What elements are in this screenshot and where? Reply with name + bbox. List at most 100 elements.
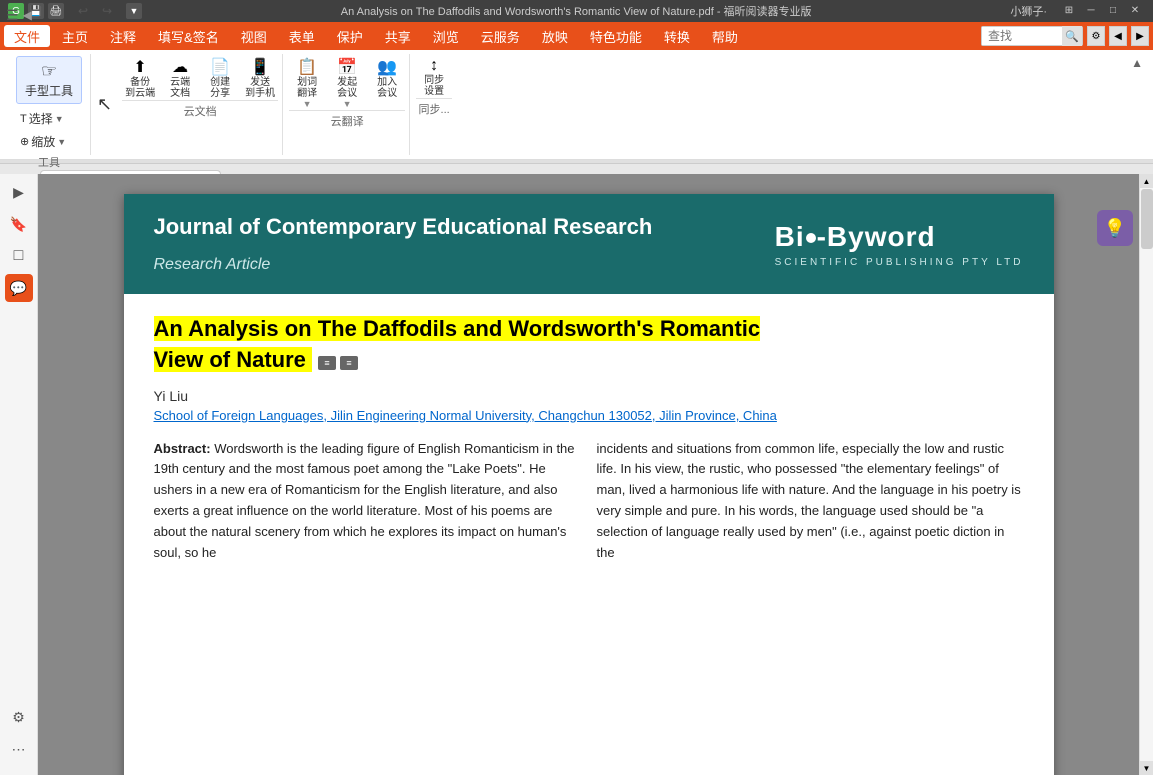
collapse-icon: ▲	[1131, 56, 1143, 70]
window-title: An Analysis on The Daffodils and Wordswo…	[142, 3, 1010, 19]
ribbon-sync-group: ↕ 同步 设置 同步...	[412, 54, 456, 155]
sync-settings-button[interactable]: ↕ 同步 设置	[416, 56, 452, 98]
quick-access[interactable]: ▼	[126, 3, 142, 19]
article-title-container: An Analysis on The Daffodils and Wordswo…	[154, 314, 1024, 376]
scroll-up-button[interactable]: ▲	[1140, 174, 1153, 188]
select-button[interactable]: T 选择 ▼	[16, 108, 82, 129]
scrollbar-track[interactable]	[1140, 188, 1153, 761]
abstract-right: incidents and situations from common lif…	[597, 439, 1024, 564]
back-arrow-icon[interactable]: ◀	[23, 8, 32, 22]
window-controls: 小狮子· ⊞ ─ □ ✕	[1010, 3, 1145, 19]
search-icon[interactable]: 🔍	[1062, 26, 1082, 46]
title-icon-1[interactable]: ≡	[318, 356, 336, 370]
ribbon: ☞ 手型工具 T 选择 ▼ ⊕ 缩放 ▼ 工具 ↖ ⬆ 备份 到云端	[0, 50, 1153, 160]
sync-icon: ↕	[430, 57, 438, 75]
undo-button[interactable]: ↩	[72, 0, 94, 22]
maximize-button[interactable]: □	[1103, 3, 1123, 17]
title-bar: G 💾 🖨 ↩ ↪ ▼ An Analysis on The Daffodils…	[0, 0, 1153, 22]
app-icon-print[interactable]: 🖨	[48, 3, 64, 19]
translate-icon: 📋	[297, 57, 317, 77]
menu-item-view[interactable]: 视图	[231, 25, 277, 47]
scroll-down-button[interactable]: ▼	[1140, 761, 1153, 775]
create-doc-icon: 📄	[210, 57, 230, 77]
search-container: 🔍	[981, 26, 1083, 46]
start-meeting-button[interactable]: 📅 发起 会议 ▼	[329, 56, 365, 110]
calendar-icon: 📅	[337, 57, 357, 77]
hand-tool-button[interactable]: ☞ 手型工具	[16, 56, 82, 104]
journal-logo: Bi-Byword SCIENTIFIC PUBLISHING PTY LTD	[775, 221, 1024, 268]
menu-item-form[interactable]: 表单	[279, 25, 325, 47]
send-to-phone-button[interactable]: 📱 发送 到手机	[242, 56, 278, 100]
sync-buttons: ↕ 同步 设置	[416, 56, 452, 98]
phone-icon: 📱	[250, 57, 270, 77]
nav-prev-icon[interactable]: ◀	[1109, 26, 1127, 46]
affiliation: School of Foreign Languages, Jilin Engin…	[154, 408, 1024, 423]
minimize-button[interactable]: ─	[1081, 3, 1101, 17]
zoom-button[interactable]: ⊕ 缩放 ▼	[16, 131, 82, 152]
zoom-label: 缩放	[31, 133, 55, 150]
inline-translate-button[interactable]: 📋 划词 翻译 ▼	[289, 56, 325, 110]
ribbon-collapse-button[interactable]: ▲	[1129, 54, 1145, 72]
sidebar-page-icon[interactable]: □	[5, 242, 33, 270]
pdf-content-area: Journal of Contemporary Educational Rese…	[38, 174, 1139, 775]
logo-subtitle: SCIENTIFIC PUBLISHING PTY LTD	[775, 257, 1024, 268]
cloud-buttons: ⬆ 备份 到云端 ☁ 云端 文档 📄 创建 分享 📱 发送 到手机	[122, 56, 278, 100]
menu-item-help[interactable]: 帮助	[702, 25, 748, 47]
translate-group-label: 云翻译	[289, 110, 405, 129]
create-share-button[interactable]: 📄 创建 分享	[202, 56, 238, 100]
sidebar-bottom-icons: ⚙ ⋯	[5, 703, 33, 771]
menu-item-features[interactable]: 特色功能	[580, 25, 652, 47]
join-meeting-button[interactable]: 👥 加入 会议	[369, 56, 405, 110]
menu-item-share[interactable]: 共享	[375, 25, 421, 47]
hand-icon: ☞	[41, 61, 57, 82]
abstract-section: Abstract: Wordsworth is the leading figu…	[154, 439, 1024, 564]
grid-icon[interactable]: ⊞	[1059, 3, 1079, 17]
sidebar-comment-icon[interactable]: 💬	[5, 274, 33, 302]
ribbon-translate-group: 📋 划词 翻译 ▼ 📅 发起 会议 ▼ 👥 加入 会议 云翻译	[285, 54, 410, 155]
menu-item-present[interactable]: 放映	[532, 25, 578, 47]
hand-tool-label: 手型工具	[25, 82, 73, 99]
cloud-docs-icon: ☁	[172, 57, 188, 77]
cloud-docs-button[interactable]: ☁ 云端 文档	[162, 56, 198, 100]
menu-item-convert[interactable]: 转换	[654, 25, 700, 47]
sidebar-bookmark-icon[interactable]: 🔖	[5, 210, 33, 238]
sidebar-nav-arrow[interactable]: ▶	[5, 178, 33, 206]
menu-item-browse[interactable]: 浏览	[423, 25, 469, 47]
menu-item-comment[interactable]: 注释	[100, 25, 146, 47]
meeting-arrow: ▼	[343, 99, 352, 109]
close-button[interactable]: ✕	[1125, 3, 1145, 17]
tools-group-label: 工具	[16, 154, 82, 170]
title-icon-2[interactable]: ≡	[340, 356, 358, 370]
logo-row: Bi-Byword	[775, 221, 1024, 253]
select-label: 选择	[29, 110, 53, 127]
author-name: Yi Liu	[154, 388, 1024, 404]
sidebar-more-icon[interactable]: ⋯	[5, 735, 33, 763]
settings-icon[interactable]: ⚙	[1087, 26, 1105, 46]
sidebar-toggle-icon[interactable]: ☰	[6, 7, 19, 24]
top-search-input[interactable]	[982, 27, 1062, 45]
menu-item-home[interactable]: 主页	[52, 25, 98, 47]
logo-text: Bi-Byword	[775, 221, 936, 253]
menu-item-protect[interactable]: 保护	[327, 25, 373, 47]
lightbulb-button[interactable]: 💡	[1097, 210, 1133, 246]
zoom-chevron: ▼	[57, 137, 66, 147]
select-icon: T	[20, 113, 27, 125]
redo-button[interactable]: ↪	[96, 0, 118, 22]
scrollbar-thumb[interactable]	[1141, 189, 1153, 249]
journal-banner: Journal of Contemporary Educational Rese…	[124, 194, 1054, 294]
nav-next-icon[interactable]: ▶	[1131, 26, 1149, 46]
select-chevron: ▼	[55, 114, 64, 124]
menu-item-fill-sign[interactable]: 填写&签名	[148, 25, 229, 47]
right-scrollbar: ▲ ▼	[1139, 174, 1153, 775]
ribbon-cloud-group: ⬆ 备份 到云端 ☁ 云端 文档 📄 创建 分享 📱 发送 到手机 云文档	[118, 54, 283, 155]
backup-to-cloud-button[interactable]: ⬆ 备份 到云端	[122, 56, 158, 100]
abstract-left-text: Wordsworth is the leading figure of Engl…	[154, 441, 575, 560]
menu-item-cloud[interactable]: 云服务	[471, 25, 530, 47]
undo-redo-area: ↩ ↪	[72, 0, 118, 22]
translate-arrow: ▼	[303, 99, 312, 109]
journal-title-area: Journal of Contemporary Educational Rese…	[154, 214, 653, 274]
left-sidebar: ▶ 🔖 □ 💬 ⚙ ⋯	[0, 174, 38, 775]
cloud-upload-icon: ⬆	[133, 57, 146, 77]
sync-group-label: 同步...	[416, 98, 452, 117]
sidebar-settings-icon[interactable]: ⚙	[5, 703, 33, 731]
